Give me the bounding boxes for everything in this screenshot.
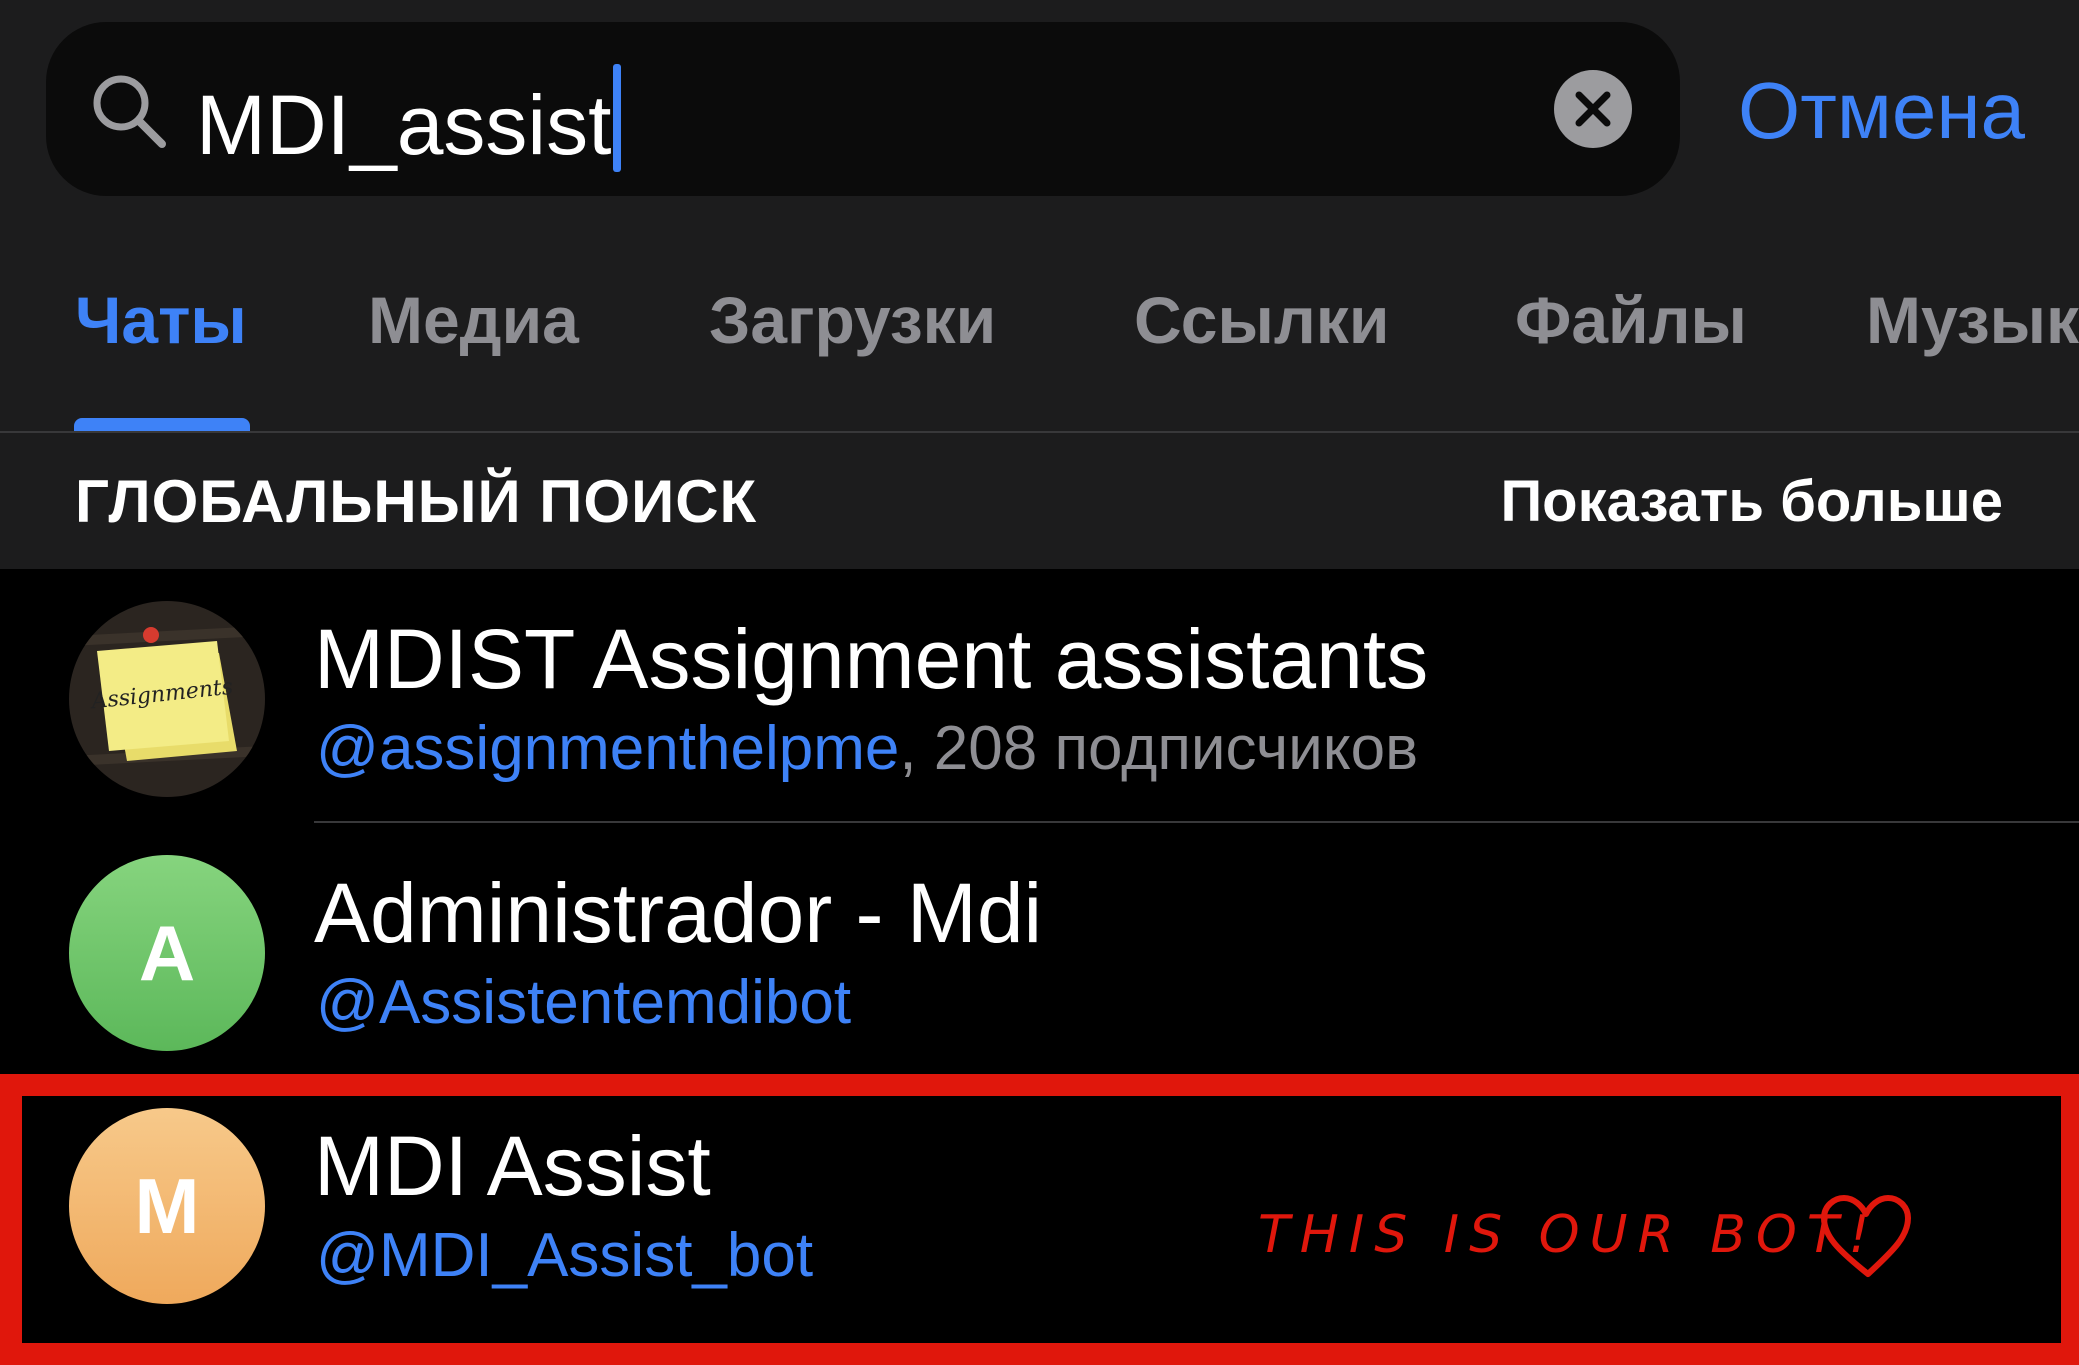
tab-downloads[interactable]: Загрузки bbox=[709, 270, 996, 370]
text-caret bbox=[613, 64, 622, 172]
tab-chats[interactable]: Чаты bbox=[75, 270, 247, 370]
clear-search-button[interactable] bbox=[1554, 70, 1632, 148]
result-subtitle: @assignmenthelpme, 208 подписчиков bbox=[316, 711, 1418, 787]
tab-files[interactable]: Файлы bbox=[1515, 270, 1747, 370]
avatar-initial: A bbox=[138, 909, 196, 997]
sticky-note-avatar-icon: Assignments bbox=[69, 601, 265, 797]
result-handle[interactable]: @assignmenthelpme bbox=[316, 714, 899, 783]
result-title: Administrador - Mdi bbox=[314, 866, 1043, 960]
annotation-text: THIS IS OUR BOT! bbox=[1258, 1205, 1879, 1265]
search-icon bbox=[93, 75, 166, 148]
tab-music[interactable]: Музык bbox=[1866, 270, 2079, 370]
tab-links[interactable]: Ссылки bbox=[1134, 270, 1389, 370]
search-header: MDI_assist Отмена Чаты Медиа Загрузки Сс… bbox=[0, 0, 2079, 433]
search-result-row[interactable]: Assignments MDIST Assignment assistants … bbox=[0, 569, 2079, 823]
show-more-button[interactable]: Показать больше bbox=[1500, 467, 2003, 537]
search-input[interactable]: MDI_assist bbox=[196, 64, 622, 172]
search-query: MDI_assist bbox=[196, 78, 612, 172]
tab-media[interactable]: Медиа bbox=[368, 270, 579, 370]
subscriber-count: , 208 подписчиков bbox=[899, 714, 1419, 783]
global-search-header: ГЛОБАЛЬНЫЙ ПОИСК Показать больше bbox=[0, 433, 2079, 569]
close-icon bbox=[1575, 91, 1611, 127]
avatar: Assignments bbox=[69, 601, 265, 797]
search-tabs: Чаты Медиа Загрузки Ссылки Файлы Музык bbox=[0, 270, 2079, 370]
section-title: ГЛОБАЛЬНЫЙ ПОИСК bbox=[75, 468, 758, 535]
cancel-button[interactable]: Отмена bbox=[1738, 66, 2025, 156]
search-result-row[interactable]: A Administrador - Mdi @Assistentemdibot bbox=[0, 823, 2079, 1077]
result-title: MDIST Assignment assistants bbox=[314, 612, 1429, 706]
avatar: A bbox=[69, 855, 265, 1051]
result-subtitle: @Assistentemdibot bbox=[316, 965, 851, 1041]
result-handle[interactable]: @Assistentemdibot bbox=[316, 968, 851, 1037]
handwritten-annotation: THIS IS OUR BOT! bbox=[1258, 1195, 1911, 1277]
